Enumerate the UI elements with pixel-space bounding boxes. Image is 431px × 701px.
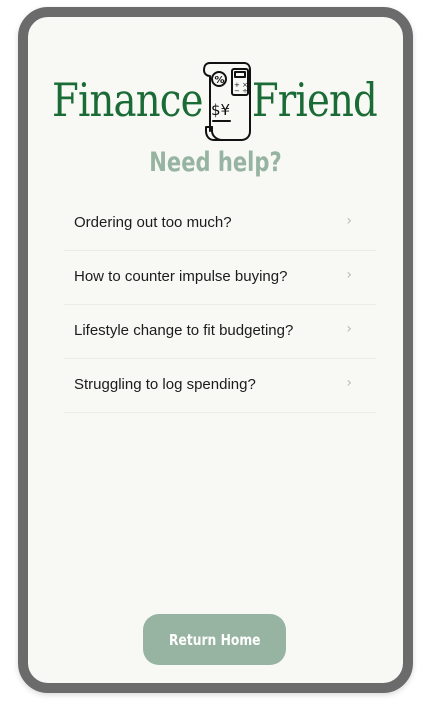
help-topic-log-spending[interactable]: Struggling to log spending? › [64,359,376,413]
logo-word-finance: Finance [52,73,203,127]
return-home-button[interactable]: Return Home [143,614,286,665]
help-topic-label: How to counter impulse buying? [74,268,288,285]
help-topic-label: Ordering out too much? [74,214,232,231]
help-topic-lifestyle-change[interactable]: Lifestyle change to fit budgeting? › [64,305,376,359]
svg-text:%: % [215,75,225,86]
logo-word-friend: Friend [251,73,378,127]
receipt-calculator-icon: % $¥ + × − ÷ [203,62,251,141]
phone-frame: Finance % $¥ + × − ÷ Friend Need help? O… [18,7,413,693]
chevron-right-icon: › [346,321,352,337]
help-topic-label: Struggling to log spending? [74,376,256,393]
chevron-right-icon: › [346,375,352,391]
help-topic-label: Lifestyle change to fit budgeting? [74,322,294,339]
help-topic-impulse-buying[interactable]: How to counter impulse buying? › [64,251,376,305]
svg-text:$¥: $¥ [211,101,230,119]
chevron-right-icon: › [346,213,352,229]
help-topic-ordering-out[interactable]: Ordering out too much? › [64,197,376,251]
svg-text:− ÷: − ÷ [234,87,248,95]
app-logo: Finance % $¥ + × − ÷ Friend [28,52,403,141]
help-topic-list: Ordering out too much? › How to counter … [64,197,376,413]
page-subtitle: Need help? [149,147,282,178]
return-home-label: Return Home [168,630,261,649]
chevron-right-icon: › [346,267,352,283]
